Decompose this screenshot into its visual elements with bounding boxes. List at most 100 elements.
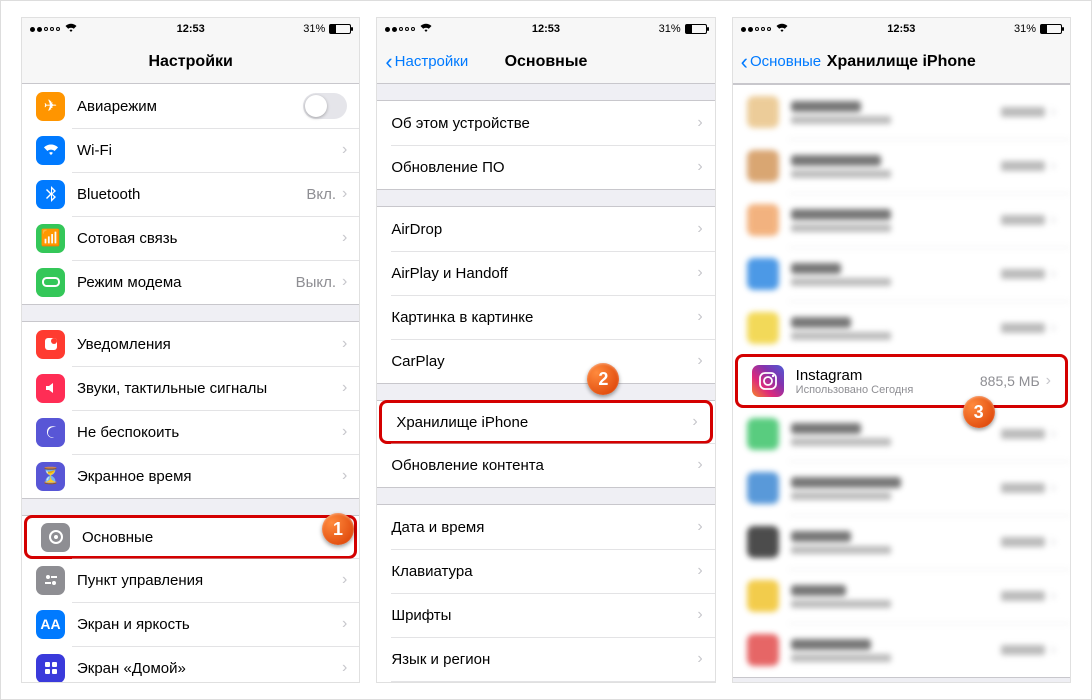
phone-general: 12:53 31% ‹ Настройки Основные Об этом у… [376,17,715,683]
chevron-right-icon: › [697,158,702,176]
row-bluetooth[interactable]: Bluetooth Вкл. › [22,172,359,216]
row-screentime[interactable]: ⏳ Экранное время › [22,454,359,498]
app-row-blurred[interactable]: › [733,461,1070,515]
row-label: Пункт управления [77,572,342,589]
sounds-icon [36,374,65,403]
cellular-icon: 📶 [36,224,65,253]
app-size: 885,5 МБ [980,373,1040,389]
row-pip[interactable]: Картинка в картинке› [377,295,714,339]
app-subtitle: Использовано Сегодня [796,384,980,396]
app-row-blurred[interactable]: › [733,623,1070,677]
row-hotspot[interactable]: Режим модема Выкл. › [22,260,359,304]
row-label: Основные [82,529,337,546]
chevron-right-icon: › [342,229,347,247]
wifi-icon [64,23,78,36]
chevron-right-icon: › [692,413,697,431]
row-control-center[interactable]: Пункт управления › [22,558,359,602]
row-airplane[interactable]: ✈ Авиарежим [22,84,359,128]
row-storage[interactable]: Хранилище iPhone› [379,400,712,444]
chevron-right-icon: › [342,273,347,291]
row-datetime[interactable]: Дата и время› [377,505,714,549]
chevron-right-icon: › [697,220,702,238]
row-airplay[interactable]: AirPlay и Handoff› [377,251,714,295]
row-home[interactable]: Экран «Домой» › [22,646,359,682]
row-background-refresh[interactable]: Обновление контента› [377,443,714,487]
chevron-right-icon: › [342,659,347,677]
chevron-right-icon: › [342,185,347,203]
status-time: 12:53 [433,23,658,35]
airplane-icon: ✈ [36,92,65,121]
app-row-blurred[interactable]: › [733,193,1070,247]
page-title: Хранилище iPhone [827,53,976,71]
row-notifications[interactable]: Уведомления › [22,322,359,366]
row-label: Экранное время [77,468,342,485]
row-dictionary[interactable]: Словарь› [377,681,714,682]
row-sounds[interactable]: Звуки, тактильные сигналы › [22,366,359,410]
status-time: 12:53 [789,23,1014,35]
battery-icon [329,24,351,34]
row-label: Не беспокоить [77,424,342,441]
app-row-blurred[interactable]: › [733,301,1070,355]
row-airdrop[interactable]: AirDrop› [377,207,714,251]
row-value: Вкл. [306,186,336,203]
battery-percent: 31% [659,23,681,35]
wifi-icon [775,23,789,36]
chevron-right-icon: › [1046,372,1051,390]
instagram-icon [752,365,784,397]
row-fonts[interactable]: Шрифты› [377,593,714,637]
app-row-blurred[interactable]: › [733,85,1070,139]
row-label: AirDrop [391,221,697,238]
row-label: Уведомления [77,336,342,353]
back-button[interactable]: ‹ Основные [741,49,822,75]
app-row-blurred[interactable]: › [733,407,1070,461]
chevron-left-icon: ‹ [385,49,392,75]
app-row-blurred[interactable]: › [733,247,1070,301]
status-bar: 12:53 31% [733,18,1070,40]
phone-settings-root: 12:53 31% Настройки ✈ Авиарежим Wi-Fi › [21,17,360,683]
chevron-right-icon: › [697,456,702,474]
row-label: Язык и регион [391,651,697,668]
row-label: Экран и яркость [77,616,342,633]
page-title: Настройки [148,53,232,71]
status-time: 12:53 [78,23,303,35]
back-label: Настройки [395,53,469,70]
app-row-blurred[interactable]: › [733,515,1070,569]
notifications-icon [36,330,65,359]
signal-dots-icon [385,27,415,32]
row-keyboard[interactable]: Клавиатура› [377,549,714,593]
row-general[interactable]: Основные › [24,515,357,559]
row-label: Экран «Домой» [77,660,342,677]
app-row-blurred[interactable]: › [733,139,1070,193]
status-bar: 12:53 31% [22,18,359,40]
signal-dots-icon [30,27,60,32]
row-language[interactable]: Язык и регион› [377,637,714,681]
row-update[interactable]: Обновление ПО› [377,145,714,189]
row-label: AirPlay и Handoff [391,265,697,282]
signal-dots-icon [741,27,771,32]
row-cellular[interactable]: 📶 Сотовая связь › [22,216,359,260]
airplane-toggle[interactable] [303,93,347,119]
row-carplay[interactable]: CarPlay› [377,339,714,383]
battery-percent: 31% [1014,23,1036,35]
row-label: Bluetooth [77,186,306,203]
chevron-right-icon: › [342,141,347,159]
battery-icon [685,24,707,34]
row-about[interactable]: Об этом устройстве› [377,101,714,145]
row-label: CarPlay [391,353,697,370]
chevron-right-icon: › [697,562,702,580]
row-label: Режим модема [77,274,296,291]
app-row-blurred[interactable]: › [733,569,1070,623]
back-button[interactable]: ‹ Настройки [385,49,468,75]
app-name: Instagram [796,367,980,384]
chevron-right-icon: › [342,423,347,441]
row-display[interactable]: AA Экран и яркость › [22,602,359,646]
row-instagram[interactable]: Instagram Использовано Сегодня 885,5 МБ … [735,354,1068,408]
display-icon: AA [36,610,65,639]
wifi-settings-icon [36,136,65,165]
chevron-right-icon: › [342,467,347,485]
navbar: ‹ Настройки Основные [377,40,714,84]
row-label: Обновление ПО [391,159,697,176]
chevron-right-icon: › [342,335,347,353]
row-dnd[interactable]: Не беспокоить › [22,410,359,454]
row-wifi[interactable]: Wi-Fi › [22,128,359,172]
